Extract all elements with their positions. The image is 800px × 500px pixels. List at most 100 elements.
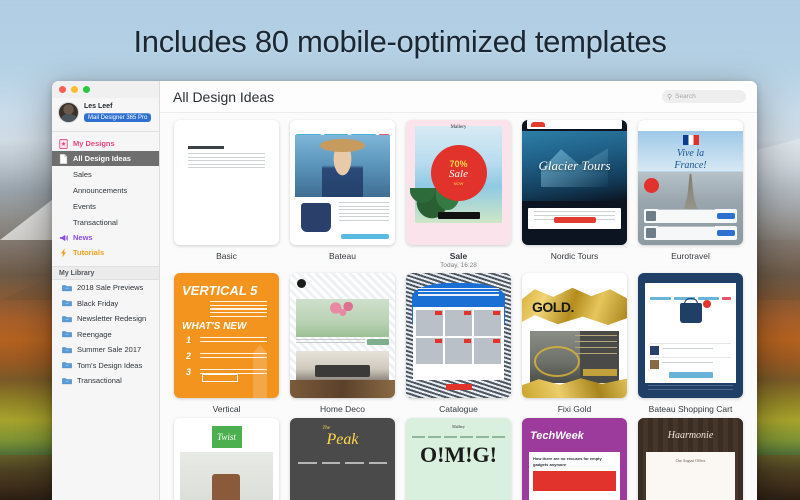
euro-line1-text: Vive la	[676, 148, 705, 159]
page-title: All Design Ideas	[173, 88, 275, 105]
close-button[interactable]	[59, 86, 66, 93]
sidebar-item-news[interactable]: News	[52, 230, 159, 245]
sale-brand-text: Mallery	[450, 125, 467, 130]
zoom-button[interactable]	[83, 86, 90, 93]
search-icon: ⚲	[667, 93, 673, 101]
template-card[interactable]: Bateau Shopping Cart	[638, 273, 743, 414]
sidebar-item-all-design-ideas[interactable]: All Design Ideas	[52, 151, 159, 166]
folder-icon	[62, 378, 72, 384]
sidebar-item-label: Events	[73, 202, 96, 211]
folder-icon	[62, 362, 72, 369]
minimize-button[interactable]	[71, 86, 78, 93]
promo-headline: Includes 80 mobile-optimized templates	[133, 24, 667, 59]
template-card-selected[interactable]: Mallery 70% Sale NOW Sale Today, 16:28	[406, 120, 511, 269]
template-thumbnail-fixi-gold[interactable]: GOLD.	[522, 273, 627, 398]
template-name: Home Deco	[320, 404, 365, 414]
library-item-label: 2018 Sale Previews	[77, 283, 144, 293]
sidebar-item-events[interactable]: Events	[52, 199, 159, 214]
template-thumbnail-techweek[interactable]: TechWeek How there are no excuses for em…	[522, 418, 627, 500]
template-thumbnail-eurotravel[interactable]: Vive la France!	[638, 120, 743, 245]
template-thumbnail-omg[interactable]: Mallery O!M!G!	[406, 418, 511, 500]
library-item-label: Summer Sale 2017	[77, 345, 142, 355]
library-item-summer-sale-2017[interactable]: Summer Sale 2017	[52, 342, 159, 358]
template-name: Vertical	[212, 404, 241, 414]
template-card[interactable]: Vive la France! Eurotravel	[638, 120, 743, 269]
sidebar-item-sales[interactable]: Sales	[52, 167, 159, 182]
sidebar-item-label: Tutorials	[73, 248, 105, 257]
search-input[interactable]: ⚲ Search	[662, 90, 746, 103]
library-item-newsletter-redesign[interactable]: Newsletter Redesign	[52, 311, 159, 327]
template-card[interactable]: Catalogue	[406, 273, 511, 414]
template-card[interactable]: Haarmonie Our August Offers	[638, 418, 743, 500]
library-item-toms-design-ideas[interactable]: Tom's Design Ideas	[52, 358, 159, 374]
lightning-icon	[61, 247, 66, 258]
vertical-num-3: 3	[186, 367, 192, 377]
template-name: Sale	[449, 251, 468, 261]
sidebar-item-label: My Designs	[73, 139, 115, 148]
sidebar-item-transactional[interactable]: Transactional	[52, 215, 159, 230]
template-timestamp: Today, 16:28	[440, 262, 477, 269]
library-item-label: Reengage	[77, 329, 112, 339]
template-thumbnail-vertical[interactable]: VERTICAL 5 WHAT'S NEW 1 2 3	[174, 273, 279, 398]
library-item-label: Transactional	[77, 376, 122, 386]
template-name: Bateau	[329, 251, 356, 261]
template-card[interactable]: Glacier Tours Nordic Tours	[522, 120, 627, 269]
template-card[interactable]: Twist	[174, 418, 279, 500]
folder-icon	[62, 347, 72, 353]
sale-sub-text: NOW	[453, 181, 464, 186]
library-item-label: Newsletter Redesign	[77, 314, 147, 324]
template-thumbnail-sale[interactable]: Mallery 70% Sale NOW	[406, 120, 511, 245]
template-card[interactable]: Bateau	[290, 120, 395, 269]
content-area: All Design Ideas ⚲ Search Basic Bateau M…	[160, 81, 757, 500]
template-thumbnail-bateau-shopping-cart[interactable]	[638, 273, 743, 398]
search-placeholder: Search	[675, 93, 696, 100]
template-name: Eurotravel	[671, 251, 710, 261]
sidebar-item-my-designs[interactable]: My Designs	[52, 136, 159, 151]
tech-name-text: TechWeek	[530, 430, 584, 442]
template-card[interactable]: VERTICAL 5 WHAT'S NEW 1 2 3 Vertical	[174, 273, 279, 414]
templates-scroll[interactable]: Basic Bateau Mallery 70% Sale NOW Sale T…	[160, 113, 757, 500]
library-list: 2018 Sale Previews Black Friday Newslett…	[52, 280, 159, 389]
template-thumbnail-the-peak[interactable]: The Peak	[290, 418, 395, 500]
document-icon	[59, 153, 68, 164]
template-card[interactable]: GOLD. Fixi Gold	[522, 273, 627, 414]
template-thumbnail-haarmonie[interactable]: Haarmonie Our August Offers	[638, 418, 743, 500]
template-card[interactable]: Home Deco	[290, 273, 395, 414]
vertical-title-text: VERTICAL 5	[182, 283, 258, 298]
sidebar-item-label: News	[73, 233, 93, 242]
library-item-reengage[interactable]: Reengage	[52, 327, 159, 343]
template-thumbnail-bateau[interactable]	[290, 120, 395, 245]
library-item-black-friday[interactable]: Black Friday	[52, 296, 159, 312]
template-card[interactable]: Basic	[174, 120, 279, 269]
omg-big-text: O!M!G!	[420, 442, 497, 467]
template-thumbnail-basic[interactable]	[174, 120, 279, 245]
template-card[interactable]: The Peak	[290, 418, 395, 500]
template-thumbnail-catalogue[interactable]	[406, 273, 511, 398]
vertical-num-2: 2	[186, 351, 192, 361]
library-header: My Library	[52, 266, 159, 280]
user-profile[interactable]: Les Leef Mail Designer 365 Pro	[52, 98, 159, 132]
folder-icon	[62, 285, 72, 291]
sidebar-item-tutorials[interactable]: Tutorials	[52, 245, 159, 260]
app-window: Les Leef Mail Designer 365 Pro My Design…	[52, 81, 757, 500]
content-header: All Design Ideas ⚲ Search	[160, 81, 757, 113]
harm-name-text: Haarmonie	[667, 430, 714, 441]
library-item-transactional[interactable]: Transactional	[52, 373, 159, 389]
template-card[interactable]: Mallery O!M!G!	[406, 418, 511, 500]
sidebar: Les Leef Mail Designer 365 Pro My Design…	[52, 81, 160, 500]
vertical-sub-text: WHAT'S NEW	[182, 321, 247, 332]
template-thumbnail-home-deco[interactable]	[290, 273, 395, 398]
template-thumbnail-nordic-tours[interactable]: Glacier Tours	[522, 120, 627, 245]
sidebar-item-announcements[interactable]: Announcements	[52, 183, 159, 198]
sidebar-item-label: Announcements	[73, 186, 128, 195]
library-item-2018-sale-previews[interactable]: 2018 Sale Previews	[52, 280, 159, 296]
omg-brand-text: Mallery	[452, 424, 465, 429]
folder-icon	[62, 316, 72, 322]
peak-name-text: Peak	[326, 431, 359, 448]
sidebar-nav: My Designs All Design Ideas Sales Announ…	[52, 132, 159, 260]
library-item-label: Tom's Design Ideas	[77, 360, 143, 370]
template-thumbnail-twist[interactable]: Twist	[174, 418, 279, 500]
template-card[interactable]: TechWeek How there are no excuses for em…	[522, 418, 627, 500]
harm-sub-text: Our August Offers	[675, 458, 706, 463]
tech-headline-text: How there are no excuses for empty gadge…	[533, 456, 602, 467]
